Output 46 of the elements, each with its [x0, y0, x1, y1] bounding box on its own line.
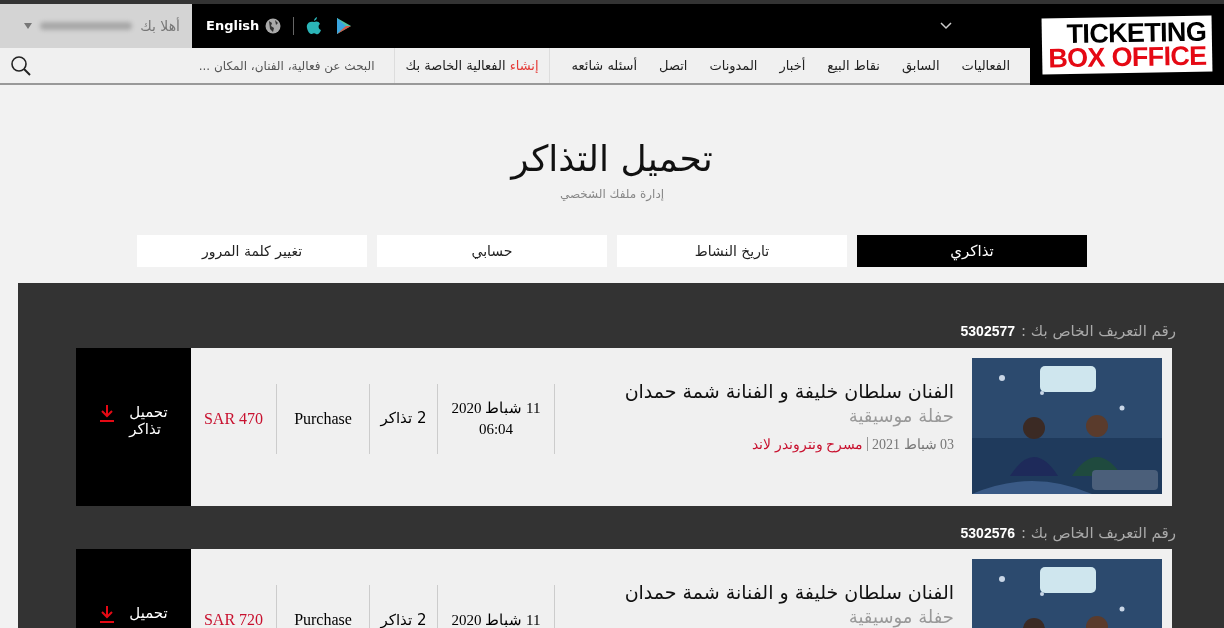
booking-id: 5302577	[960, 322, 1016, 341]
chevron-down-icon[interactable]	[940, 22, 952, 30]
event-category: حفلة موسيقية	[848, 403, 954, 428]
profile-tab[interactable]: تغيير كلمة المرور	[137, 235, 367, 267]
profile-tab[interactable]: تذاكري	[857, 235, 1087, 267]
page-title: تحميل التذاكر	[511, 137, 713, 182]
event-venue: مسرح ونتروندر لاند	[752, 435, 863, 455]
purchase-date: 06:04	[478, 419, 514, 439]
play-store-icon[interactable]	[336, 17, 353, 35]
nav-link[interactable]: السابق	[901, 55, 940, 76]
profile-tab[interactable]: حسابي	[377, 235, 607, 267]
search-field[interactable]: البحث عن فعالية، الفنان، المكان ...	[32, 56, 375, 75]
purchase-date: 11 شباط 2020	[451, 610, 541, 628]
profile-tab[interactable]: تاريخ النشاط	[617, 235, 847, 267]
download-icon	[99, 605, 116, 623]
caret-icon	[24, 23, 33, 29]
logo[interactable]: TICKETING BOX OFFICE	[1041, 15, 1213, 74]
nav-link[interactable]: الفعاليات	[961, 55, 1010, 76]
booking-id-label: رقم التعريف الخاص بك :	[1021, 522, 1176, 544]
event-title: الفنان سلطان خليفة و الفنانة شمة حمدان	[624, 580, 954, 605]
booking-id: 5302576	[960, 523, 1016, 543]
globe-icon[interactable]	[265, 18, 282, 34]
booking-price: SAR 720	[203, 610, 264, 628]
nav-link[interactable]: المدونات	[709, 55, 758, 76]
download-tickets-button[interactable]: تحميل	[76, 549, 191, 628]
booking-price: SAR 470	[203, 408, 264, 429]
booking-type: Purchase	[294, 408, 352, 429]
nav-link[interactable]: نقاط البيع	[827, 55, 880, 76]
create-event-link[interactable]: إنشاء الفعالية الخاصة بك	[394, 48, 549, 83]
apple-icon[interactable]	[306, 17, 323, 35]
language-link[interactable]: English	[206, 16, 260, 36]
search-icon[interactable]	[10, 54, 32, 77]
download-icon	[99, 403, 116, 422]
purchase-date: 11 شباط 2020	[451, 398, 541, 418]
event-category: حفلة موسيقية	[848, 605, 954, 628]
ticket-count: 2 تذاكر	[380, 408, 427, 430]
download-tickets-button[interactable]: تحميل تذاكر	[76, 347, 191, 506]
nav-link[interactable]: اتصل	[659, 55, 688, 76]
event-date: 03 شباط 2021	[872, 435, 954, 454]
nav-link[interactable]: أخبار	[779, 55, 806, 76]
event-title: الفنان سلطان خليفة و الفنانة شمة حمدان	[624, 378, 954, 404]
booking-type: Purchase	[294, 610, 352, 628]
nav-link[interactable]: أسئله شائعه	[571, 55, 638, 76]
booking-id-label: رقم التعريف الخاص بك :	[1021, 321, 1176, 342]
page-subtitle: إدارة ملفك الشخصي	[559, 186, 665, 203]
ticket-count: 2 تذاكر	[380, 609, 427, 628]
